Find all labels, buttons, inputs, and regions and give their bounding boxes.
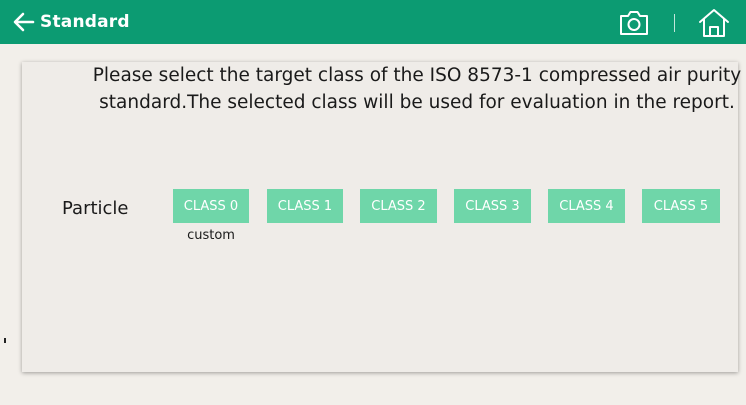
home-button[interactable] xyxy=(697,7,731,39)
class-2-button[interactable]: CLASS 2 xyxy=(360,189,437,223)
class-5-button[interactable]: CLASS 5 xyxy=(642,189,720,223)
standard-panel: Please select the target class of the IS… xyxy=(22,62,741,372)
page-title: Standard xyxy=(40,12,130,32)
class-1-button[interactable]: CLASS 1 xyxy=(267,189,343,223)
class-0-sub-label: custom xyxy=(187,228,235,243)
class-0-button[interactable]: CLASS 0 xyxy=(173,189,249,223)
arrow-left-icon xyxy=(12,10,36,34)
home-icon xyxy=(697,9,731,43)
particle-label: Particle xyxy=(62,198,129,219)
edge-tick-mark xyxy=(4,338,6,343)
class-3-button[interactable]: CLASS 3 xyxy=(454,189,531,223)
camera-button[interactable] xyxy=(618,9,650,37)
back-button[interactable]: Standard xyxy=(12,8,130,36)
header-divider xyxy=(674,14,675,32)
instruction-text: Please select the target class of the IS… xyxy=(92,65,742,113)
camera-icon xyxy=(618,11,650,41)
class-4-button[interactable]: CLASS 4 xyxy=(548,189,625,223)
app-header: Standard xyxy=(0,0,746,44)
